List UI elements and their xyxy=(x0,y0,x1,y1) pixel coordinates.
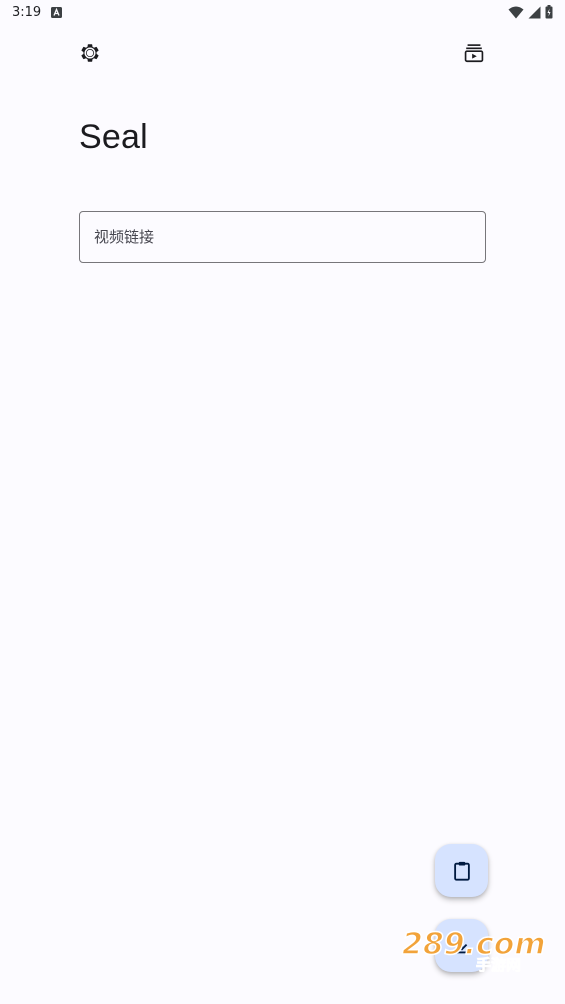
download-icon xyxy=(451,935,473,957)
status-right xyxy=(508,5,553,19)
video-url-field[interactable] xyxy=(79,211,486,263)
battery-icon xyxy=(545,5,553,19)
wifi-icon xyxy=(508,6,524,19)
settings-button[interactable] xyxy=(70,33,110,73)
notification-a-icon xyxy=(51,6,63,18)
clipboard-icon xyxy=(451,860,473,882)
signal-icon xyxy=(528,6,541,19)
video-url-input[interactable] xyxy=(94,228,471,246)
subscriptions-icon xyxy=(463,42,485,64)
app-title: Seal xyxy=(79,118,148,156)
status-left: 3:19 xyxy=(12,4,63,20)
status-time: 3:19 xyxy=(12,4,42,20)
download-button[interactable] xyxy=(435,919,488,972)
paste-link-button[interactable] xyxy=(435,844,488,897)
status-bar: 3:19 xyxy=(0,0,565,24)
gear-icon xyxy=(79,42,101,64)
download-queue-button[interactable] xyxy=(454,33,494,73)
